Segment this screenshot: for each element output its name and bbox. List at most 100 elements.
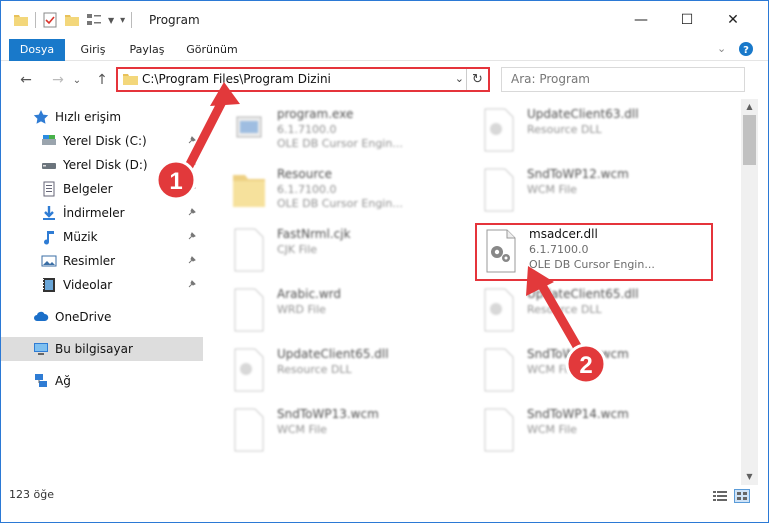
file-type: WRD File — [277, 303, 326, 316]
file-item-updateclient65-a[interactable]: UpdateClient65.dll Resource DLL — [469, 283, 707, 339]
file-item-sndtowp14[interactable]: SndToWP14.wcm WCM File — [469, 403, 707, 459]
music-icon — [44, 231, 54, 245]
file-item-updateclient65-b[interactable]: UpdateClient65.dll Resource DLL — [219, 343, 457, 399]
minimize-button[interactable]: — — [618, 1, 664, 39]
file-item-arabic[interactable]: Arabic.wrd WRD File — [219, 283, 457, 339]
close-button[interactable]: ✕ — [710, 1, 756, 39]
file-type: WCM File — [527, 363, 577, 376]
address-dropdown-icon[interactable]: ⌄ — [455, 72, 464, 85]
sidebar-item-label: İndirmeler — [63, 206, 125, 220]
tab-paylas[interactable]: Paylaş — [121, 39, 173, 61]
pin-icon[interactable] — [187, 135, 197, 145]
file-item-sndtowp13[interactable]: SndToWP13.wcm WCM File — [219, 403, 457, 459]
chevron-down-icon[interactable]: ▼ — [108, 16, 114, 25]
toolbar-separator — [35, 12, 36, 28]
sidebar-item-label: Ağ — [55, 374, 71, 388]
scroll-up-icon[interactable]: ▲ — [741, 99, 758, 115]
help-icon[interactable]: ? — [739, 42, 753, 56]
file-icon — [484, 408, 514, 452]
exe-icon — [236, 116, 262, 138]
dll-icon — [484, 288, 514, 332]
file-name: Resource — [277, 167, 333, 181]
tab-gorunum[interactable]: Görünüm — [179, 39, 245, 61]
pin-icon[interactable] — [187, 207, 197, 217]
address-bar[interactable]: C:\Program Files\Program Dizini ⌄ ↻ — [116, 67, 490, 92]
forward-button[interactable]: → — [47, 69, 69, 91]
folder-icon[interactable] — [13, 12, 29, 28]
item-count: 123 öğe — [9, 488, 54, 501]
details-view-icon[interactable] — [712, 489, 728, 503]
folder-icon — [233, 175, 265, 207]
sidebar-item-label: Bu bilgisayar — [55, 342, 133, 356]
scroll-down-icon[interactable]: ▼ — [741, 469, 758, 485]
file-item-sndtowp10[interactable]: SndToWP10.wcm WCM File — [469, 343, 707, 399]
file-item-program-exe[interactable]: program.exe 6.1.7100.0 OLE DB Cursor Eng… — [219, 103, 457, 159]
up-button[interactable]: ↑ — [91, 69, 113, 91]
sidebar-item-this-pc[interactable]: Bu bilgisayar — [1, 337, 203, 361]
scrollbar-thumb[interactable] — [743, 115, 756, 165]
sidebar-item-network[interactable]: Ağ — [1, 369, 203, 393]
network-icon — [35, 374, 47, 387]
sidebar-item-label: Belgeler — [63, 182, 113, 196]
recent-locations-button[interactable]: ⌄ — [71, 69, 83, 91]
file-name: UpdateClient63.dll — [527, 107, 639, 121]
back-button[interactable]: ← — [15, 69, 37, 91]
download-icon — [43, 206, 55, 220]
file-description: OLE DB Cursor Engin... — [277, 137, 403, 150]
sidebar-item-videos[interactable]: Videolar — [1, 273, 203, 297]
sidebar-item-label: Yerel Disk (C:) — [63, 134, 147, 148]
dll-icon — [234, 348, 264, 392]
sidebar-item-onedrive[interactable]: OneDrive — [1, 305, 203, 329]
file-type: CJK File — [277, 243, 318, 256]
computer-icon — [34, 343, 48, 355]
toolbar-separator — [131, 12, 133, 28]
file-item-updateclient63[interactable]: UpdateClient63.dll Resource DLL — [469, 103, 707, 159]
file-icon — [484, 168, 514, 212]
vertical-scrollbar[interactable]: ▲ ▼ — [741, 99, 758, 485]
file-version: 6.1.7100.0 — [277, 123, 337, 136]
sidebar-item-local-disk-d[interactable]: Yerel Disk (D:) — [1, 153, 203, 177]
navigation-bar: ← → ⌄ ↑ C:\Program Files\Program Dizini … — [1, 61, 768, 99]
file-item-fastnrml[interactable]: FastNrml.cjk CJK File — [219, 223, 457, 279]
sidebar-item-documents[interactable]: Belgeler — [1, 177, 203, 201]
refresh-button[interactable]: ↻ — [466, 69, 488, 90]
navigation-pane: Hızlı erişim Yerel Disk (C:) Yerel Disk … — [1, 99, 209, 485]
pin-icon[interactable] — [187, 183, 197, 193]
pin-icon[interactable] — [187, 159, 197, 169]
tab-giris[interactable]: Giriş — [71, 39, 115, 61]
sidebar-item-music[interactable]: Müzik — [1, 225, 203, 249]
file-item-msadcer-dll[interactable]: msadcer.dll 6.1.7100.0 OLE DB Cursor Eng… — [475, 223, 713, 281]
pin-icon[interactable] — [187, 255, 197, 265]
file-item-resource[interactable]: Resource 6.1.7100.0 OLE DB Cursor Engin.… — [219, 163, 457, 219]
sidebar-item-pictures[interactable]: Resimler — [1, 249, 203, 273]
sidebar-item-quick-access[interactable]: Hızlı erişim — [1, 105, 203, 129]
tab-dosya[interactable]: Dosya — [9, 39, 65, 61]
properties-icon[interactable] — [42, 12, 58, 28]
file-name: FastNrml.cjk — [277, 227, 351, 241]
new-folder-icon[interactable] — [64, 12, 80, 28]
video-icon — [43, 278, 55, 292]
file-description: OLE DB Cursor Engin... — [277, 197, 403, 210]
view-options-icon[interactable] — [86, 12, 102, 28]
search-input[interactable]: Ara: Program — [501, 67, 745, 92]
file-icon — [234, 288, 264, 332]
file-name: msadcer.dll — [529, 227, 598, 241]
customize-toolbar-icon[interactable]: ▾ — [120, 15, 125, 26]
sidebar-item-local-disk-c[interactable]: Yerel Disk (C:) — [1, 129, 203, 153]
sidebar-item-downloads[interactable]: İndirmeler — [1, 201, 203, 225]
file-name: Arabic.wrd — [277, 287, 342, 301]
maximize-button[interactable]: ☐ — [664, 1, 710, 39]
pin-icon[interactable] — [187, 279, 197, 289]
file-name: program.exe — [277, 107, 354, 121]
address-path[interactable]: C:\Program Files\Program Dizini — [142, 72, 331, 86]
pin-icon[interactable] — [187, 231, 197, 241]
title-bar: ▼ ▾ Program — ☐ ✕ — [1, 1, 768, 39]
large-icons-view-icon[interactable] — [734, 489, 750, 503]
sidebar-item-label: Yerel Disk (D:) — [63, 158, 148, 172]
file-type: WCM File — [277, 423, 327, 436]
window-title: Program — [149, 13, 200, 27]
file-item-sndtowp12[interactable]: SndToWP12.wcm WCM File — [469, 163, 707, 219]
file-icon — [484, 348, 514, 392]
expand-ribbon-icon[interactable]: ⌄ — [717, 42, 726, 55]
file-type: Resource DLL — [277, 363, 352, 376]
